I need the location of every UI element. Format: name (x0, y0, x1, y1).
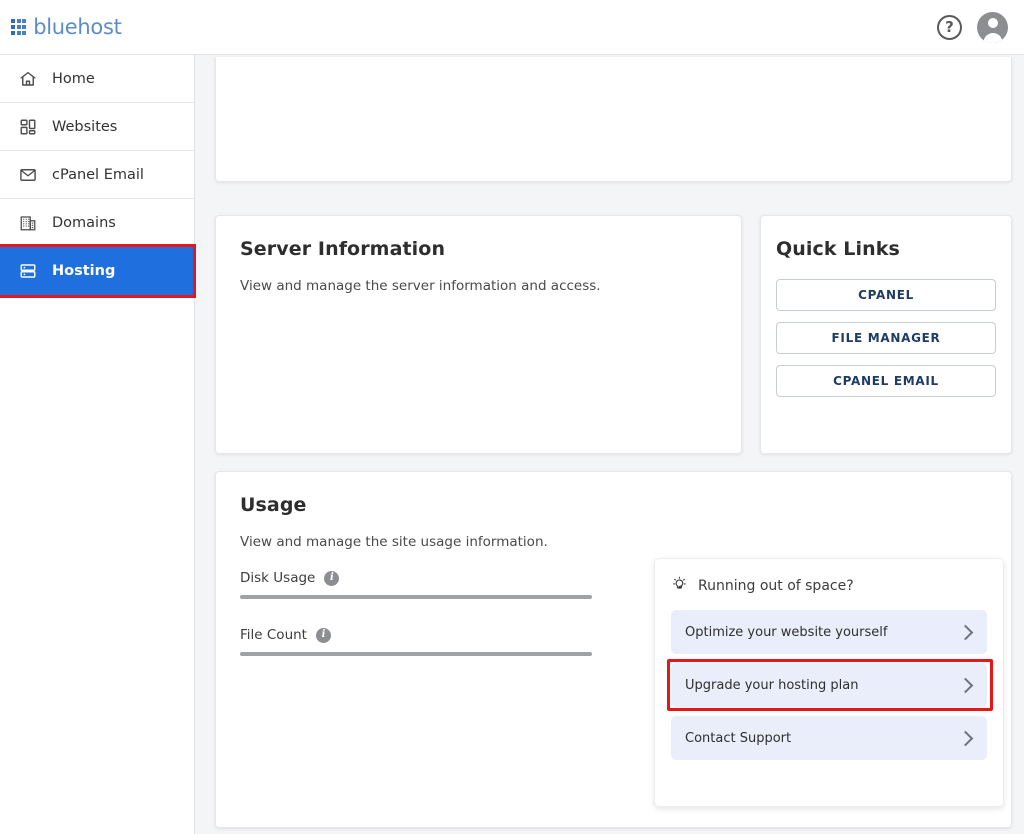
disk-usage-header: Disk Usage i (240, 570, 592, 586)
usage-card: Usage View and manage the site usage inf… (215, 471, 1012, 828)
file-count-progress-track (240, 652, 592, 656)
sidebar-item-label: Home (52, 70, 95, 87)
disk-usage-meter: Disk Usage i (240, 570, 592, 599)
sidebar-item-label: Hosting (52, 263, 116, 279)
info-icon[interactable]: i (315, 627, 331, 643)
help-circle-icon[interactable]: ? (937, 14, 962, 40)
avatar-body (983, 32, 1002, 43)
file-count-header: File Count i (240, 627, 592, 643)
quick-links-card: Quick Links CPANEL FILE MANAGER CPANEL E… (760, 215, 1012, 454)
brand-logo[interactable]: bluehost (11, 15, 122, 39)
optimize-website-row[interactable]: Optimize your website yourself (671, 610, 987, 654)
quick-links-buttons: CPANEL FILE MANAGER CPANEL EMAIL (776, 279, 996, 397)
brand-name: bluehost (33, 15, 122, 39)
cpanel-email-button[interactable]: CPANEL EMAIL (776, 365, 996, 397)
disk-usage-progress-track (240, 595, 592, 599)
info-icon[interactable]: i (324, 570, 340, 586)
promo-title: Running out of space? (698, 577, 854, 594)
sidebar-item-home[interactable]: Home (0, 55, 194, 103)
avatar-head (987, 17, 998, 28)
running-out-of-space-panel: Running out of space? Optimize your webs… (654, 558, 1004, 807)
lightbulb-icon (671, 575, 688, 596)
contact-support-row[interactable]: Contact Support (671, 716, 987, 760)
disk-usage-label: Disk Usage (240, 570, 316, 586)
top-scrolled-card (215, 57, 1012, 182)
server-information-card: Server Information View and manage the s… (215, 215, 742, 454)
sidebar-item-label: cPanel Email (52, 166, 144, 183)
page-title: Server Information (240, 238, 446, 260)
grid-websites-icon (18, 117, 37, 136)
usage-description: View and manage the site usage informati… (240, 534, 548, 550)
file-manager-button[interactable]: FILE MANAGER (776, 322, 996, 354)
grid-logo-icon (11, 19, 27, 35)
usage-title: Usage (240, 494, 307, 516)
server-stack-icon (18, 262, 37, 281)
sidebar: Home Websites cPanel Email Domains Hosti… (0, 55, 196, 834)
chevron-right-icon (957, 624, 974, 640)
promo-row-label: Optimize your website yourself (685, 624, 888, 640)
sidebar-item-label: Websites (52, 118, 118, 135)
top-bar: bluehost ? (0, 0, 1024, 55)
envelope-icon (18, 165, 37, 184)
promo-row-label: Upgrade your hosting plan (685, 677, 859, 693)
sidebar-item-hosting[interactable]: Hosting (0, 244, 196, 298)
top-bar-actions: ? (937, 11, 1008, 43)
sidebar-item-websites[interactable]: Websites (0, 103, 194, 151)
chevron-right-icon (957, 730, 974, 746)
sidebar-item-cpanel-email[interactable]: cPanel Email (0, 151, 194, 199)
file-count-label: File Count (240, 627, 307, 643)
home-icon (18, 69, 37, 88)
user-avatar-icon[interactable] (977, 11, 1008, 43)
usage-meters: Disk Usage i File Count i (240, 570, 592, 656)
cpanel-button[interactable]: CPANEL (776, 279, 996, 311)
building-icon (18, 213, 37, 232)
promo-row-label: Contact Support (685, 730, 792, 746)
quick-links-title: Quick Links (776, 238, 900, 260)
promo-header: Running out of space? (671, 575, 987, 596)
chevron-right-icon (957, 677, 974, 693)
sidebar-item-label: Domains (52, 214, 116, 231)
upgrade-hosting-plan-row[interactable]: Upgrade your hosting plan (667, 659, 993, 711)
file-count-meter: File Count i (240, 627, 592, 656)
server-information-description: View and manage the server information a… (240, 278, 601, 294)
promo-rows: Optimize your website yourself Upgrade y… (667, 610, 993, 760)
sidebar-item-domains[interactable]: Domains (0, 199, 194, 247)
